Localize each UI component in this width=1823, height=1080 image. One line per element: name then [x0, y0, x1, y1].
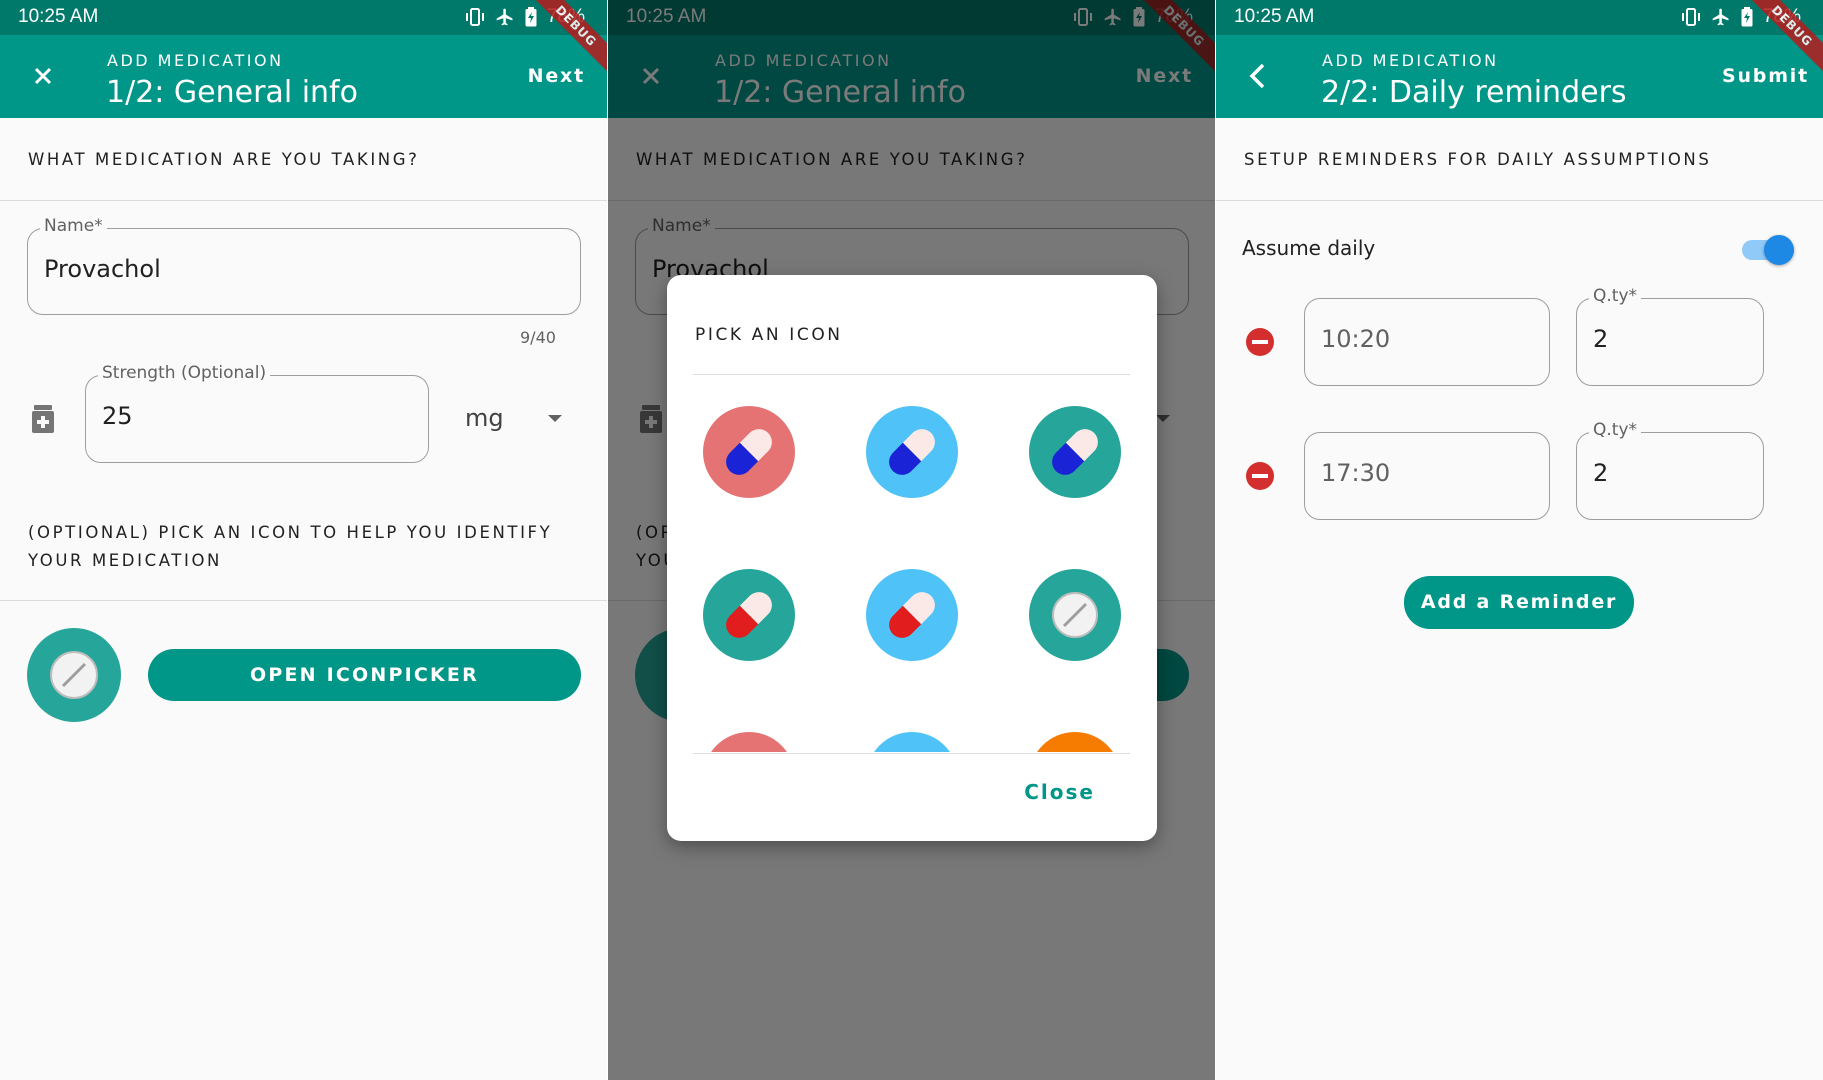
status-time: 10:25 AM [1234, 6, 1315, 27]
name-field-label: Name* [40, 216, 107, 236]
screen-general-info: 10:25 AM 78% ADD MEDICATION 1/2: General… [0, 0, 607, 1080]
tablet-on-teal-icon[interactable] [1029, 569, 1121, 661]
screen-icon-picker: 10:25 AM 78% ADD MEDICATION 1/2: General… [608, 0, 1215, 1080]
unit-dropdown-value: mg [465, 404, 504, 432]
section-heading-reminders: SETUP REMINDERS FOR DAILY ASSUMPTIONS [1244, 150, 1712, 169]
divider [1216, 200, 1823, 201]
strength-field[interactable]: Strength (Optional) 25 [85, 363, 429, 463]
assume-daily-label: Assume daily [1242, 236, 1376, 260]
battery-charging-icon [1741, 7, 1753, 27]
section-heading-icon-line2: YOUR MEDICATION [28, 551, 222, 570]
reminder-time-field[interactable]: 17:30 [1304, 432, 1550, 520]
strength-field-value: 25 [102, 402, 133, 430]
app-bar: ADD MEDICATION 1/2: General info Next [0, 35, 607, 118]
battery-charging-icon [525, 7, 537, 27]
next-button[interactable]: Next [528, 65, 585, 87]
dialog-title: PICK AN ICON [695, 325, 843, 345]
status-bar: 10:25 AM 78% [0, 0, 607, 35]
partial-orange-icon[interactable] [1029, 732, 1121, 752]
reminder-qty-value: 2 [1593, 459, 1609, 487]
reminder-qty-value: 2 [1593, 325, 1609, 353]
capsule-blue-on-blue-icon[interactable] [866, 406, 958, 498]
add-reminder-button[interactable]: Add a Reminder [1404, 576, 1634, 629]
switch-thumb [1764, 235, 1794, 265]
app-bar-title: 2/2: Daily reminders [1321, 75, 1627, 110]
icon-grid [693, 375, 1130, 752]
vibrate-icon [465, 8, 484, 26]
medicine-bottle-icon [32, 405, 54, 433]
tablet-icon [50, 651, 98, 699]
back-arrow-icon[interactable] [1242, 59, 1276, 93]
open-iconpicker-button[interactable]: OPEN ICONPICKER [148, 649, 581, 701]
close-icon[interactable] [26, 59, 60, 93]
name-character-counter: 9/40 [520, 328, 556, 347]
airplane-icon [496, 8, 513, 26]
divider [693, 753, 1130, 754]
strength-field-label: Strength (Optional) [98, 363, 271, 383]
status-time: 10:25 AM [18, 6, 99, 27]
icon-picker-dialog: PICK AN ICON Close [667, 275, 1157, 841]
app-bar-title: 1/2: General info [106, 75, 358, 110]
section-heading-icon-line1: (OPTIONAL) PICK AN ICON TO HELP YOU IDEN… [28, 523, 553, 542]
reminder-qty-field[interactable]: Q.ty* 2 [1576, 286, 1764, 386]
capsule-red-on-blue-icon[interactable] [866, 569, 958, 661]
screens: 10:25 AM 78% ADD MEDICATION 1/2: General… [0, 0, 1823, 1080]
selected-medication-icon [27, 628, 121, 722]
name-field[interactable]: Name* Provachol [27, 216, 581, 315]
partial-blue-icon[interactable] [866, 732, 958, 752]
capsule-red-on-teal-icon[interactable] [703, 569, 795, 661]
capsule-blue-on-red-icon[interactable] [703, 406, 795, 498]
assume-daily-switch[interactable] [1740, 234, 1796, 266]
remove-reminder-icon[interactable] [1245, 327, 1275, 357]
divider [0, 600, 607, 601]
reminder-time-field[interactable]: 10:20 [1304, 298, 1550, 386]
reminder-qty-label: Q.ty* [1589, 286, 1642, 306]
remove-reminder-icon[interactable] [1245, 461, 1275, 491]
reminder-qty-field[interactable]: Q.ty* 2 [1576, 420, 1764, 520]
close-button[interactable]: Close [1024, 780, 1095, 804]
name-field-value: Provachol [44, 255, 161, 283]
reminder-qty-label: Q.ty* [1589, 420, 1642, 440]
status-bar: 10:25 AM 78% [1216, 0, 1823, 35]
airplane-icon [1712, 8, 1729, 26]
vibrate-icon [1681, 8, 1700, 26]
screen-daily-reminders: 10:25 AM 78% ADD MEDICATION 2/2: Daily r… [1216, 0, 1823, 1080]
dropdown-arrow-icon [548, 415, 562, 422]
partial-red-icon[interactable] [703, 732, 795, 752]
reminder-time-value: 10:20 [1321, 325, 1391, 353]
section-heading-medication: WHAT MEDICATION ARE YOU TAKING? [28, 150, 420, 169]
capsule-blue-on-teal-icon[interactable] [1029, 406, 1121, 498]
app-bar: ADD MEDICATION 2/2: Daily reminders Subm… [1216, 35, 1823, 118]
app-bar-subtitle: ADD MEDICATION [1322, 51, 1499, 70]
divider [0, 200, 607, 201]
unit-dropdown[interactable]: mg [465, 404, 575, 438]
app-bar-subtitle: ADD MEDICATION [107, 51, 284, 70]
reminder-time-value: 17:30 [1321, 459, 1391, 487]
submit-button[interactable]: Submit [1722, 65, 1809, 87]
